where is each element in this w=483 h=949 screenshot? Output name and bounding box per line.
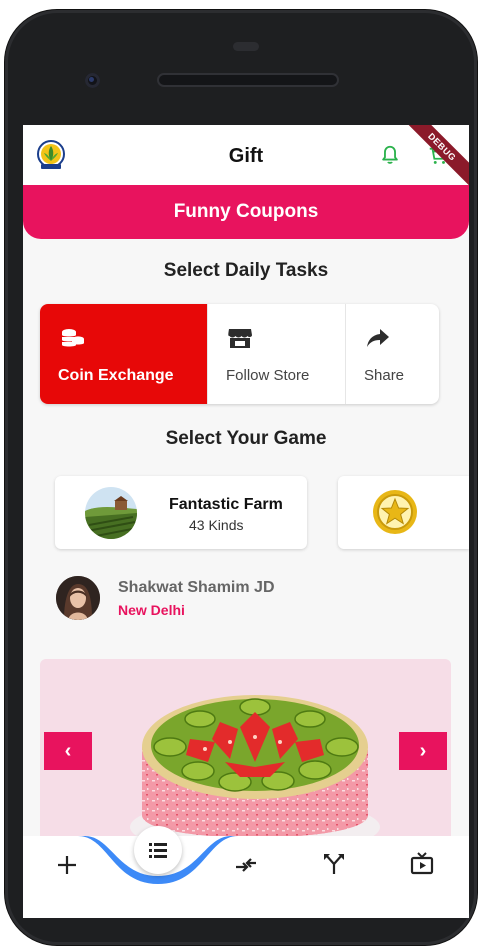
star-coin-icon <box>373 490 417 534</box>
list-icon <box>149 843 167 858</box>
game-card-fantastic-farm[interactable]: Fantastic Farm 43 Kinds <box>55 476 307 549</box>
user-location: New Delhi <box>118 602 185 618</box>
front-camera <box>85 73 100 88</box>
user-name: Shakwat Shamim JD <box>118 579 275 596</box>
task-share[interactable]: Share <box>346 304 439 404</box>
task-coin-exchange[interactable]: Coin Exchange <box>40 304 208 404</box>
task-follow-store[interactable]: Follow Store <box>208 304 346 404</box>
carousel-prev-button[interactable]: ‹ <box>44 732 92 770</box>
tv-play-icon[interactable] <box>409 850 435 876</box>
add-icon[interactable] <box>54 852 80 878</box>
task-label: Share <box>364 367 405 384</box>
game-name: Fantastic Farm <box>169 496 283 513</box>
page-title: Gift <box>228 145 264 167</box>
product-carousel[interactable]: ‹ › <box>40 659 451 859</box>
game-card-star[interactable] <box>338 476 469 549</box>
carousel-next-button[interactable]: › <box>399 732 447 770</box>
phone-speaker <box>157 73 339 87</box>
list-fab-button[interactable] <box>134 826 182 874</box>
daily-tasks-heading: Select Daily Tasks <box>163 260 329 281</box>
phone-earpiece <box>233 42 259 51</box>
daily-tasks-tabs: Coin Exchange Follow Store Share <box>40 304 439 404</box>
funny-coupons-banner[interactable]: Funny Coupons <box>23 185 469 239</box>
task-label: Coin Exchange <box>58 367 174 384</box>
split-arrows-icon[interactable] <box>321 850 347 876</box>
app-bar: Gift DEBUG <box>23 125 469 192</box>
exchange-icon[interactable] <box>233 852 259 878</box>
notification-bell-icon[interactable] <box>379 144 401 166</box>
share-icon <box>367 329 389 347</box>
store-icon <box>228 329 252 348</box>
games-heading: Select Your Game <box>165 428 327 449</box>
bottom-navigation <box>23 826 469 918</box>
game-count: 43 Kinds <box>189 517 244 533</box>
app-screen: Gift DEBUG Funny Coupons Select Daily Ta… <box>23 125 469 918</box>
farm-thumbnail-icon <box>85 487 137 539</box>
avatar[interactable] <box>56 576 100 620</box>
task-label: Follow Store <box>226 367 310 384</box>
coins-icon <box>62 329 84 347</box>
